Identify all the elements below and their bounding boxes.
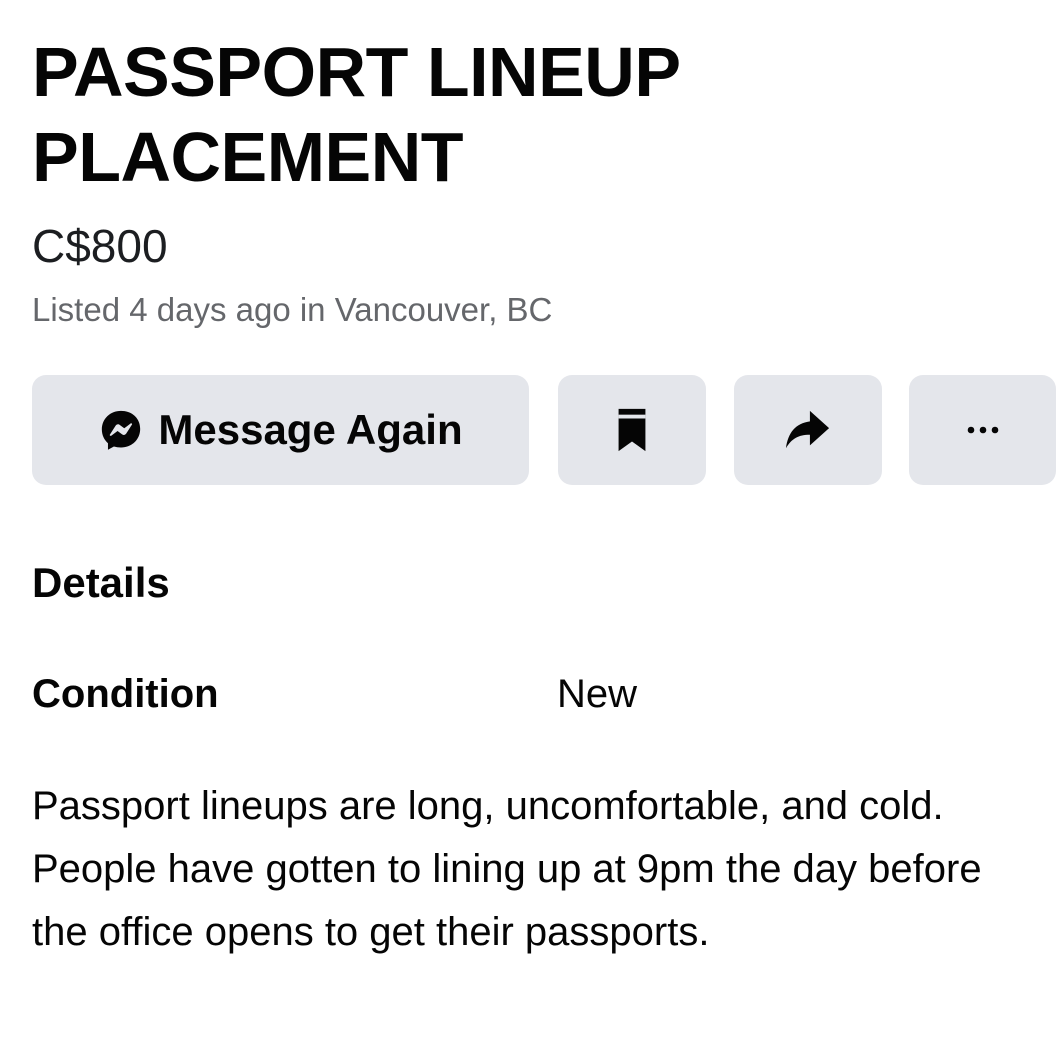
listing-description: Passport lineups are long, uncomfortable…: [32, 784, 982, 954]
message-again-label: Message Again: [158, 406, 463, 453]
listing-panel: PASSPORT LINEUP PLACEMENT C$800 Listed 4…: [32, 30, 1056, 954]
share-icon: [783, 407, 833, 453]
more-options-button[interactable]: [909, 375, 1056, 485]
condition-value: New: [557, 672, 638, 716]
bookmark-icon: [614, 407, 650, 453]
share-button[interactable]: [734, 375, 882, 485]
messenger-icon: [98, 407, 144, 453]
listing-meta: Listed 4 days ago in Vancouver, BC: [32, 291, 553, 328]
condition-label: Condition: [32, 672, 219, 716]
save-button[interactable]: [558, 375, 706, 485]
more-icon: [963, 425, 1003, 435]
details-heading: Details: [32, 559, 170, 606]
listing-title: PASSPORT LINEUP PLACEMENT: [32, 33, 680, 196]
action-bar: Message Again: [32, 375, 1056, 485]
message-again-button[interactable]: Message Again: [32, 375, 529, 485]
condition-row: Condition New: [32, 670, 1032, 720]
listing-price: C$800: [32, 220, 168, 272]
